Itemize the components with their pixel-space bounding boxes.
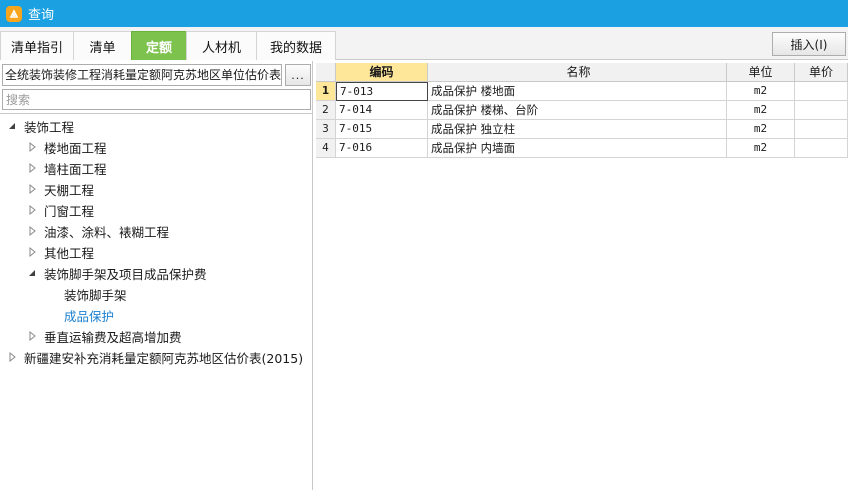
row-number: 3 (316, 120, 336, 139)
name-cell[interactable]: 成品保护 楼梯、台阶 (428, 101, 727, 120)
code-cell[interactable]: 7-013 (336, 82, 428, 101)
price-cell[interactable] (795, 101, 848, 120)
row-number: 4 (316, 139, 336, 158)
table-row[interactable]: 3 7-015 成品保护 独立柱 m2 (316, 120, 848, 139)
tree-node-floor[interactable]: 楼地面工程 (26, 137, 107, 157)
tree-node-paint-coating[interactable]: 油漆、涂料、裱糊工程 (26, 221, 169, 241)
tree-node-label: 装饰工程 (24, 119, 75, 135)
row-number: 2 (316, 101, 336, 120)
unit-cell[interactable]: m2 (727, 139, 795, 158)
column-header-code[interactable]: 编码 (336, 63, 428, 82)
collapsed-arrow-icon[interactable] (26, 137, 38, 157)
tree-node-label: 成品保护 (64, 308, 115, 324)
tree-node-label: 楼地面工程 (44, 140, 107, 156)
name-cell[interactable]: 成品保护 内墙面 (428, 139, 727, 158)
column-header-unit[interactable]: 单位 (727, 63, 795, 82)
tab-bill[interactable]: 清单 (73, 31, 132, 60)
name-cell[interactable]: 成品保护 独立柱 (428, 120, 727, 139)
insert-button[interactable]: 插入(I) (772, 32, 846, 56)
collapsed-arrow-icon[interactable] (26, 179, 38, 199)
collapsed-arrow-icon[interactable] (26, 158, 38, 178)
table-row[interactable]: 2 7-014 成品保护 楼梯、台阶 m2 (316, 101, 848, 120)
unit-cell[interactable]: m2 (727, 101, 795, 120)
expanded-arrow-icon[interactable] (26, 263, 38, 283)
table-row[interactable]: 1 7-013 成品保护 楼地面 m2 (316, 82, 848, 101)
database-more-button[interactable]: ... (285, 64, 311, 86)
tree-node-label: 油漆、涂料、裱糊工程 (44, 224, 170, 240)
column-header-name[interactable]: 名称 (428, 63, 727, 82)
tree-node-decoration[interactable]: 装饰工程 (6, 116, 74, 136)
tab-my-data[interactable]: 我的数据 (256, 31, 336, 60)
tab-bill-guide[interactable]: 清单指引 (0, 31, 74, 60)
tree-node-label: 墙柱面工程 (44, 161, 107, 177)
tree-node-label: 垂直运输费及超高增加费 (44, 329, 182, 345)
row-number-header (316, 63, 336, 82)
tree-node-label: 其他工程 (44, 245, 95, 261)
tree-node-label: 装饰脚手架 (64, 287, 127, 303)
code-cell[interactable]: 7-016 (336, 139, 428, 158)
code-cell[interactable]: 7-015 (336, 120, 428, 139)
row-number: 1 (316, 82, 336, 101)
table-row[interactable]: 4 7-016 成品保护 内墙面 m2 (316, 139, 848, 158)
unit-cell[interactable]: m2 (727, 82, 795, 101)
name-cell[interactable]: 成品保护 楼地面 (428, 82, 727, 101)
tree-node-label: 门窗工程 (44, 203, 95, 219)
collapsed-arrow-icon[interactable] (26, 221, 38, 241)
price-cell[interactable] (795, 120, 848, 139)
database-selector[interactable]: 全统装饰装修工程消耗量定额阿克苏地区单位估价表 (2, 64, 282, 86)
tab-quota[interactable]: 定额 (131, 31, 187, 60)
search-input[interactable] (2, 89, 311, 110)
collapsed-arrow-icon[interactable] (6, 347, 18, 367)
price-cell[interactable] (795, 139, 848, 158)
column-header-price[interactable]: 单价 (795, 63, 848, 82)
collapsed-arrow-icon[interactable] (26, 200, 38, 220)
table-header: 编码 名称 单位 单价 (316, 63, 848, 82)
window-title: 查询 (28, 8, 55, 23)
tree-node-vertical-transport[interactable]: 垂直运输费及超高增加费 (26, 326, 182, 346)
tree-node-ceiling[interactable]: 天棚工程 (26, 179, 94, 199)
tree-node-label: 新疆建安补充消耗量定额阿克苏地区估价表(2015) (24, 350, 304, 366)
quota-grid-panel: 编码 名称 单位 单价 1 7-013 成品保护 楼地面 m2 2 7-014 … (316, 61, 848, 490)
tree-node-other[interactable]: 其他工程 (26, 242, 94, 262)
quota-tree-panel: 全统装饰装修工程消耗量定额阿克苏地区单位估价表 ... 装饰工程 楼地面工程 墙… (0, 61, 313, 490)
app-logo-icon (6, 5, 22, 22)
price-cell[interactable] (795, 82, 848, 101)
expanded-arrow-icon[interactable] (6, 116, 18, 136)
tree-node-scaffold-protection[interactable]: 装饰脚手架及项目成品保护费 (26, 263, 207, 283)
unit-cell[interactable]: m2 (727, 120, 795, 139)
tab-labor-material-machine[interactable]: 人材机 (186, 31, 257, 60)
tree-node-xinjiang-supplement[interactable]: 新疆建安补充消耗量定额阿克苏地区估价表(2015) (6, 347, 303, 367)
collapsed-arrow-icon[interactable] (26, 242, 38, 262)
title-bar: 查询 (0, 0, 848, 27)
tree-node-label: 装饰脚手架及项目成品保护费 (44, 266, 207, 282)
tab-bar: 清单指引 清单 定额 人材机 我的数据 插入(I) (0, 27, 848, 60)
category-tree: 装饰工程 楼地面工程 墙柱面工程 天棚工程 门窗工程 油漆、涂料、裱糊工程 其他… (0, 113, 312, 490)
tree-node-wall-column[interactable]: 墙柱面工程 (26, 158, 107, 178)
tree-node-product-protection[interactable]: 成品保护 (64, 305, 114, 325)
code-cell[interactable]: 7-014 (336, 101, 428, 120)
tree-node-doors-windows[interactable]: 门窗工程 (26, 200, 94, 220)
tree-node-label: 天棚工程 (44, 182, 95, 198)
collapsed-arrow-icon[interactable] (26, 326, 38, 346)
tree-node-scaffold[interactable]: 装饰脚手架 (64, 284, 127, 304)
